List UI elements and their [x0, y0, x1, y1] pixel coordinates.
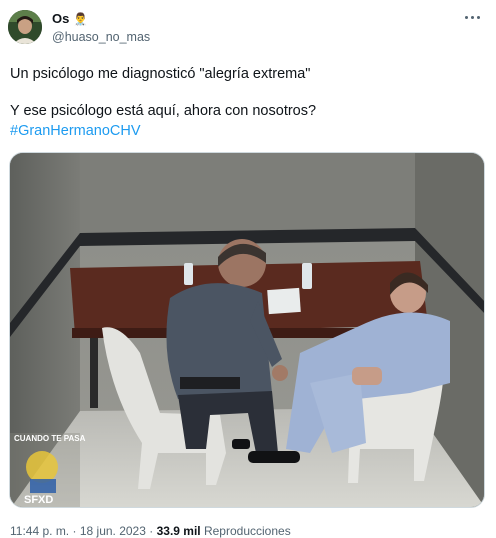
tweet-text-line-2: Y ese psicólogo está aquí, ahora con nos…: [10, 103, 317, 119]
more-dot: [470, 15, 474, 19]
meta-separator: ·: [149, 524, 154, 538]
tweet-time[interactable]: 11:44 p. m.: [10, 524, 69, 538]
watermark-top-text: CUANDO TE PASA: [14, 434, 86, 443]
avatar-image: [8, 10, 42, 44]
tweet-card: Os 👨‍⚕️ @huaso_no_mas Un psicólogo me di…: [0, 0, 496, 538]
author-name[interactable]: Os 👨‍⚕️: [52, 11, 88, 26]
interrogation-room-image: CUANDO TE PASA SFXD: [10, 153, 484, 507]
views-label: Reproducciones: [203, 524, 291, 538]
tweet-media-photo[interactable]: CUANDO TE PASA SFXD: [9, 152, 485, 508]
meta-separator: ·: [72, 524, 77, 538]
doctor-emoji-icon: 👨‍⚕️: [73, 11, 89, 26]
author-handle[interactable]: @huaso_no_mas: [52, 30, 150, 44]
watermark-bottom-text: SFXD: [24, 494, 53, 506]
views-count: 33.9 mil: [156, 524, 201, 538]
author-name-text: Os: [52, 11, 70, 26]
tweet-meta: 11:44 p. m. · 18 jun. 2023 · 33.9 mil Re…: [10, 524, 291, 538]
more-options-icon[interactable]: [462, 10, 482, 24]
tweet-date[interactable]: 18 jun. 2023: [80, 524, 146, 538]
more-dot: [476, 15, 480, 19]
tweet-text-line-1: Un psicólogo me diagnosticó "alegría ext…: [10, 66, 311, 82]
author-avatar[interactable]: [8, 10, 42, 44]
hashtag-link[interactable]: #GranHermanoCHV: [10, 121, 486, 141]
more-dot: [464, 15, 468, 19]
